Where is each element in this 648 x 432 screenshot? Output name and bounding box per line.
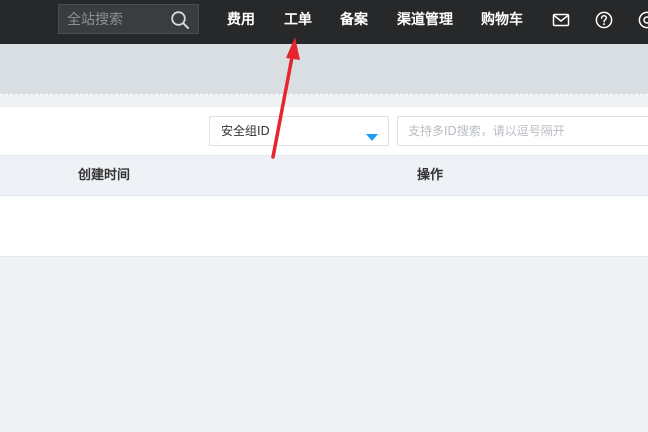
mail-icon[interactable] [552,11,570,29]
table-header: 创建时间 操作 [0,155,648,196]
column-header-created-time[interactable]: 创建时间 [78,168,130,184]
nav-item-cart[interactable]: 购物车 [481,11,523,29]
caret-down-icon[interactable] [366,127,378,141]
nav-item-filing[interactable]: 备案 [340,11,368,29]
settings-icon[interactable] [638,11,648,29]
id-search-input[interactable] [397,116,648,146]
nav-item-billing[interactable]: 费用 [227,11,255,29]
global-search-input[interactable] [67,10,167,30]
table-body [0,196,648,257]
help-icon[interactable] [595,11,613,29]
search-icon[interactable] [170,10,190,30]
global-search[interactable] [58,4,199,34]
nav-item-channel-management[interactable]: 渠道管理 [397,11,453,29]
nav-item-tickets[interactable]: 工单 [284,11,312,29]
column-header-actions: 操作 [417,168,444,183]
top-nav-bar: 费用 工单 备案 渠道管理 购物车 [0,0,648,44]
search-type-select[interactable]: 安全组ID [209,116,389,146]
search-type-select-value: 安全组ID [221,124,270,138]
content-panel: 安全组ID 创建时间 操作 [0,107,648,257]
banner-area [0,44,648,95]
